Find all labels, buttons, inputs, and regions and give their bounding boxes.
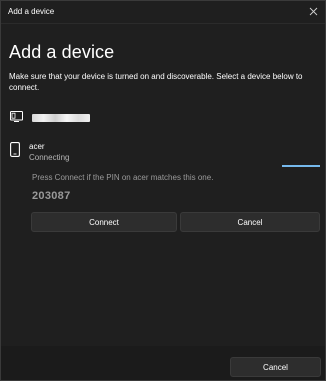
progress-fill [282,165,320,167]
connect-button[interactable]: Connect [31,212,177,232]
add-device-window: Add a device Add a device Make sure that… [0,0,326,381]
close-icon[interactable] [307,4,319,18]
device-status: Connecting [29,153,70,162]
device-list-item-acer[interactable]: acer Connecting [10,142,69,163]
cancel-pairing-button[interactable]: Cancel [180,212,320,232]
device-list-item-redacted[interactable] [10,109,90,127]
cancel-button[interactable]: Cancel [230,357,321,377]
instructions-text: Make sure that your device is turned on … [9,72,303,92]
device-name: acer [29,142,45,151]
title-bar: Add a device [1,1,325,24]
window-title: Add a device [8,7,55,16]
display-icon [10,109,23,127]
pin-code: 203087 [32,190,71,202]
phone-icon [10,142,20,162]
page-title: Add a device [9,42,115,62]
pin-instruction: Press Connect if the PIN on acer matches… [32,173,214,182]
device-name-redacted [32,114,90,122]
connecting-progress-bar [282,165,320,167]
